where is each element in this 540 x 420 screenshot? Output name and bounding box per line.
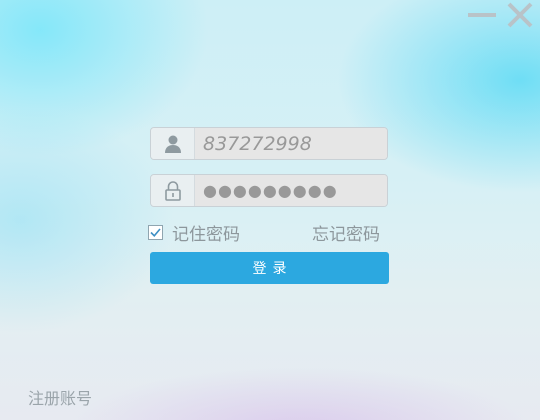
close-icon bbox=[507, 2, 533, 28]
password-input[interactable] bbox=[195, 175, 387, 206]
password-field[interactable] bbox=[150, 174, 388, 207]
checkmark-icon bbox=[150, 228, 161, 237]
password-icon-cell bbox=[151, 175, 195, 206]
forgot-password-link[interactable]: 忘记密码 bbox=[312, 220, 380, 245]
minimize-icon bbox=[468, 13, 496, 17]
remember-checkbox[interactable] bbox=[148, 225, 163, 240]
minimize-button[interactable] bbox=[466, 2, 498, 28]
remember-password-toggle[interactable]: 记住密码 bbox=[148, 220, 240, 245]
lock-icon bbox=[164, 180, 181, 201]
username-input[interactable] bbox=[195, 128, 387, 159]
login-button[interactable]: 登录 bbox=[150, 252, 389, 284]
remember-label: 记住密码 bbox=[172, 225, 240, 245]
username-field[interactable] bbox=[150, 127, 388, 160]
user-icon bbox=[164, 135, 181, 153]
register-account-link[interactable]: 注册账号 bbox=[28, 385, 92, 409]
close-button[interactable] bbox=[504, 2, 536, 30]
username-icon-cell bbox=[151, 128, 195, 159]
